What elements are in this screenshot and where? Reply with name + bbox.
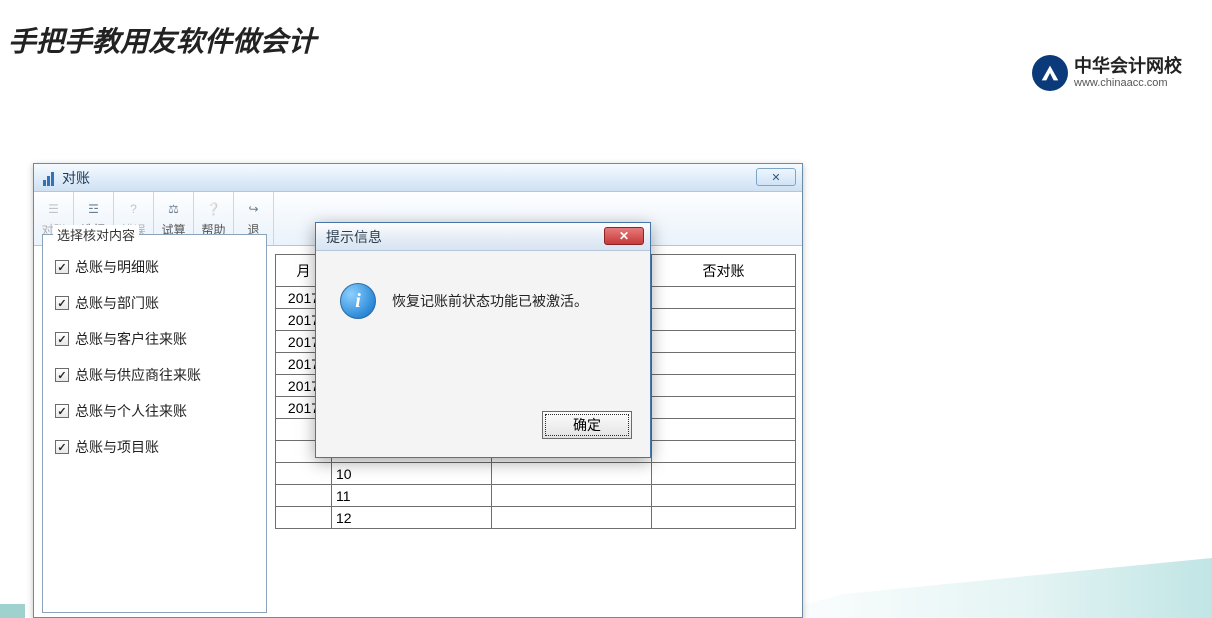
info-icon: i: [340, 283, 376, 319]
table-row[interactable]: 11: [276, 485, 796, 507]
sidebar-legend: 选择核对内容: [53, 225, 139, 244]
help-icon: ❔: [204, 199, 224, 219]
checkbox-icon[interactable]: ✓: [55, 260, 69, 274]
window-close-button[interactable]: ✕: [756, 168, 796, 186]
dialog-close-button[interactable]: ✕: [604, 227, 644, 245]
sidebar-item-label: 总账与部门账: [75, 293, 159, 313]
error-icon: ?: [124, 199, 144, 219]
table-row[interactable]: 10: [276, 463, 796, 485]
balance-icon: ⚖: [164, 199, 184, 219]
sidebar-item-label: 总账与项目账: [75, 437, 159, 457]
dialog-titlebar[interactable]: 提示信息 ✕: [316, 223, 650, 251]
dialog-message: 恢复记账前状态功能已被激活。: [392, 283, 588, 311]
window-title: 对账: [62, 168, 90, 188]
app-chart-icon: [40, 170, 56, 186]
checkbox-icon[interactable]: ✓: [55, 404, 69, 418]
sidebar-item-label: 总账与个人往来账: [75, 401, 187, 421]
sidebar-item-label: 总账与供应商往来账: [75, 365, 201, 385]
sidebar-item[interactable]: ✓ 总账与客户往来账: [55, 329, 254, 349]
checkbox-icon[interactable]: ✓: [55, 368, 69, 382]
sidebar-checkbox-group: 选择核对内容 ✓ 总账与明细账 ✓ 总账与部门账 ✓ 总账与客户往来账 ✓ 总账…: [42, 234, 267, 613]
sidebar-item[interactable]: ✓ 总账与部门账: [55, 293, 254, 313]
slide-title: 手把手教用友软件做会计: [8, 20, 1212, 60]
info-dialog: 提示信息 ✕ i 恢复记账前状态功能已被激活。 确定: [315, 222, 651, 458]
checkbox-icon[interactable]: ✓: [55, 296, 69, 310]
brand: 中华会计网校 www.chinaacc.com: [1032, 55, 1182, 91]
accent-decoration: [0, 604, 25, 618]
dialog-title-text: 提示信息: [326, 227, 382, 247]
sidebar-item-label: 总账与客户往来账: [75, 329, 187, 349]
select-icon: ☲: [84, 199, 104, 219]
table-header: 否对账: [652, 255, 796, 287]
exit-icon: ↪: [244, 199, 264, 219]
sidebar-item[interactable]: ✓ 总账与个人往来账: [55, 401, 254, 421]
slide-curve: [752, 558, 1212, 618]
window-titlebar[interactable]: 对账 ✕: [34, 164, 802, 192]
ok-button[interactable]: 确定: [542, 411, 632, 439]
table-row[interactable]: 12: [276, 507, 796, 529]
reconcile-icon: ☰: [44, 199, 64, 219]
sidebar-item-label: 总账与明细账: [75, 257, 159, 277]
brand-url: www.chinaacc.com: [1074, 77, 1182, 89]
checkbox-icon[interactable]: ✓: [55, 332, 69, 346]
brand-name: 中华会计网校: [1074, 57, 1182, 77]
brand-logo-icon: [1032, 55, 1068, 91]
sidebar-item[interactable]: ✓ 总账与项目账: [55, 437, 254, 457]
sidebar-item[interactable]: ✓ 总账与供应商往来账: [55, 365, 254, 385]
sidebar-item[interactable]: ✓ 总账与明细账: [55, 257, 254, 277]
checkbox-icon[interactable]: ✓: [55, 440, 69, 454]
